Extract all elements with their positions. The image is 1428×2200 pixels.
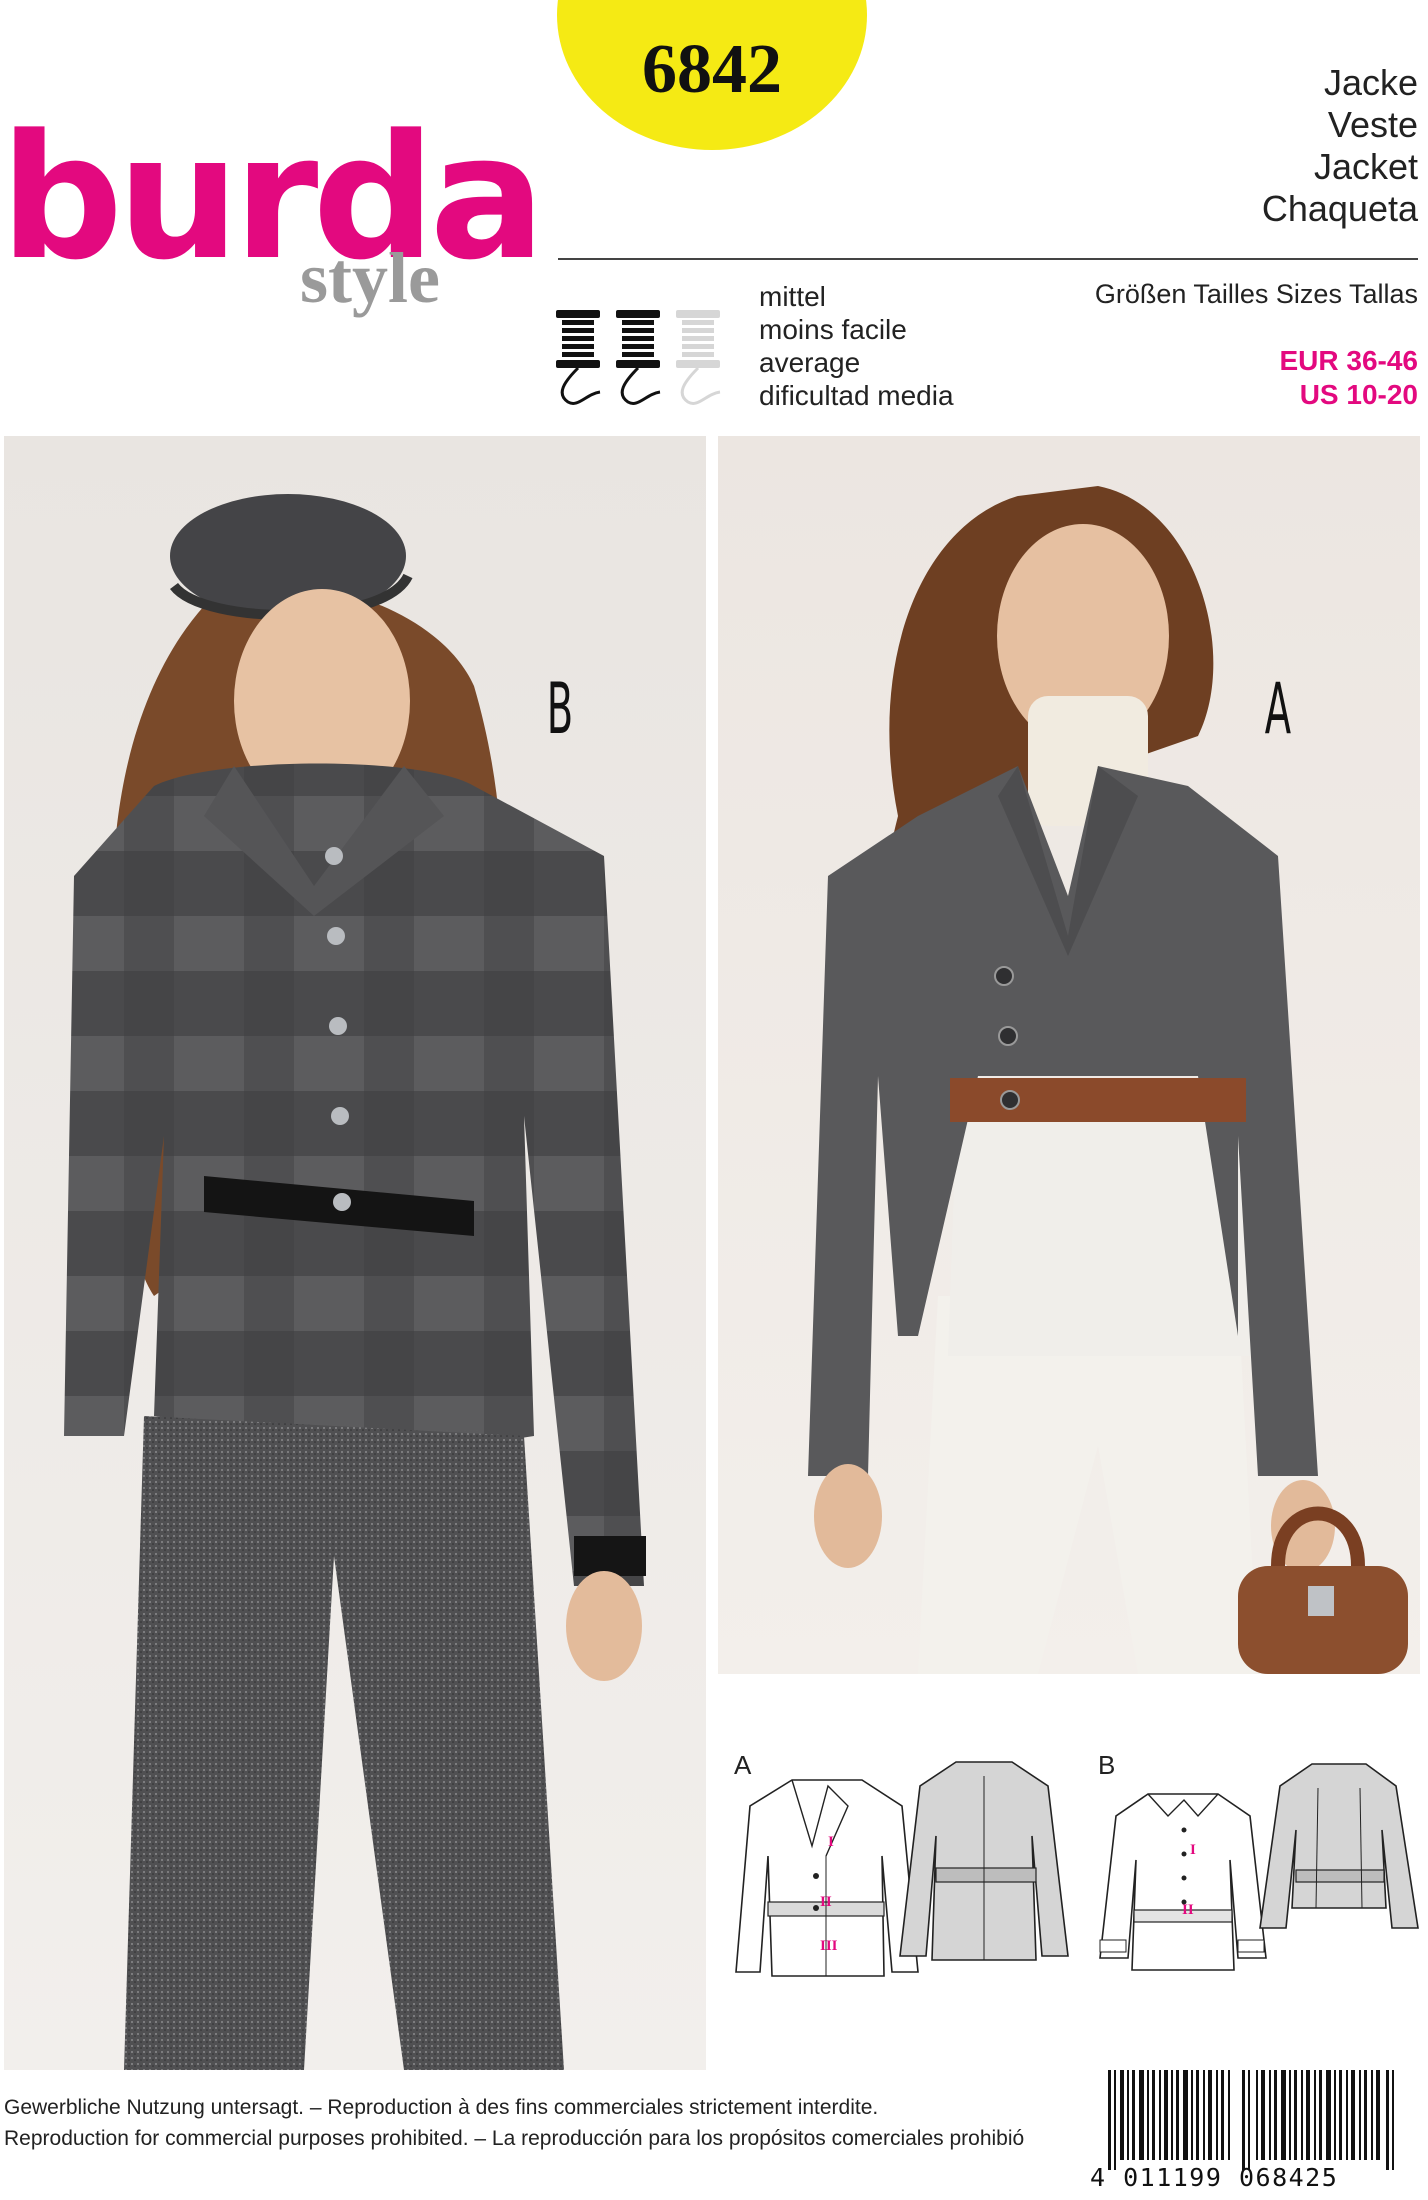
spool-icon bbox=[616, 310, 661, 405]
piece-mark-a-3: III bbox=[820, 1938, 838, 1954]
difficulty-de: mittel bbox=[759, 281, 826, 312]
barcode-number: 4 011199 068425 bbox=[1090, 2163, 1339, 2192]
brand-logo: burda bbox=[0, 97, 546, 298]
garment-name-de: Jacke bbox=[1323, 62, 1418, 103]
drawing-label-b: B bbox=[1098, 1750, 1116, 1780]
piece-mark-b-2: II bbox=[1182, 1902, 1194, 1918]
model-photo-view-a bbox=[718, 436, 1420, 1674]
garment-name-es: Chaqueta bbox=[1261, 188, 1418, 229]
difficulty-text: mittel moins facile average dificultad m… bbox=[759, 280, 954, 412]
copyright-line-2: Reproduction for commercial purposes pro… bbox=[4, 2127, 1025, 2150]
piece-mark-a-2: II bbox=[820, 1894, 832, 1910]
sizes-label: Größen Tailles Sizes Tallas bbox=[1094, 279, 1418, 309]
header-divider bbox=[558, 258, 1418, 260]
copyright-notice: Gewerbliche Nutzung untersagt. – Reprodu… bbox=[4, 2092, 1024, 2154]
piece-mark-a-1: I bbox=[828, 1834, 834, 1850]
garment-name-en: Jacket bbox=[1313, 146, 1418, 187]
garment-names: Jacke Veste Jacket Chaqueta bbox=[1262, 62, 1418, 230]
copyright-line-1: Gewerbliche Nutzung untersagt. – Reprodu… bbox=[4, 2096, 879, 2119]
difficulty-fr: moins facile bbox=[759, 314, 907, 345]
piece-mark-b-1: I bbox=[1190, 1842, 1196, 1858]
difficulty-spools-icon bbox=[556, 310, 721, 405]
difficulty-en: average bbox=[759, 347, 861, 378]
view-letter-a: A bbox=[1264, 668, 1292, 750]
spool-icon bbox=[556, 310, 601, 405]
pattern-number: 6842 bbox=[642, 31, 782, 108]
technical-drawing-b-back bbox=[1259, 1763, 1419, 1929]
model-illustration-a bbox=[718, 436, 1420, 1674]
technical-drawing-b-front bbox=[1099, 1793, 1267, 1971]
model-photo-view-b bbox=[4, 436, 706, 2070]
model-illustration-b bbox=[4, 436, 706, 2070]
spool-icon-empty bbox=[676, 310, 721, 405]
garment-name-fr: Veste bbox=[1327, 104, 1418, 145]
view-letter-b: B bbox=[546, 668, 574, 750]
brand-logo-sub: style bbox=[300, 238, 440, 318]
technical-drawing-a-back bbox=[899, 1761, 1069, 1961]
difficulty-es: dificultad media bbox=[759, 380, 954, 411]
size-range-eur: EUR 36-46 bbox=[1279, 345, 1418, 376]
size-range-us: US 10-20 bbox=[1299, 379, 1418, 410]
